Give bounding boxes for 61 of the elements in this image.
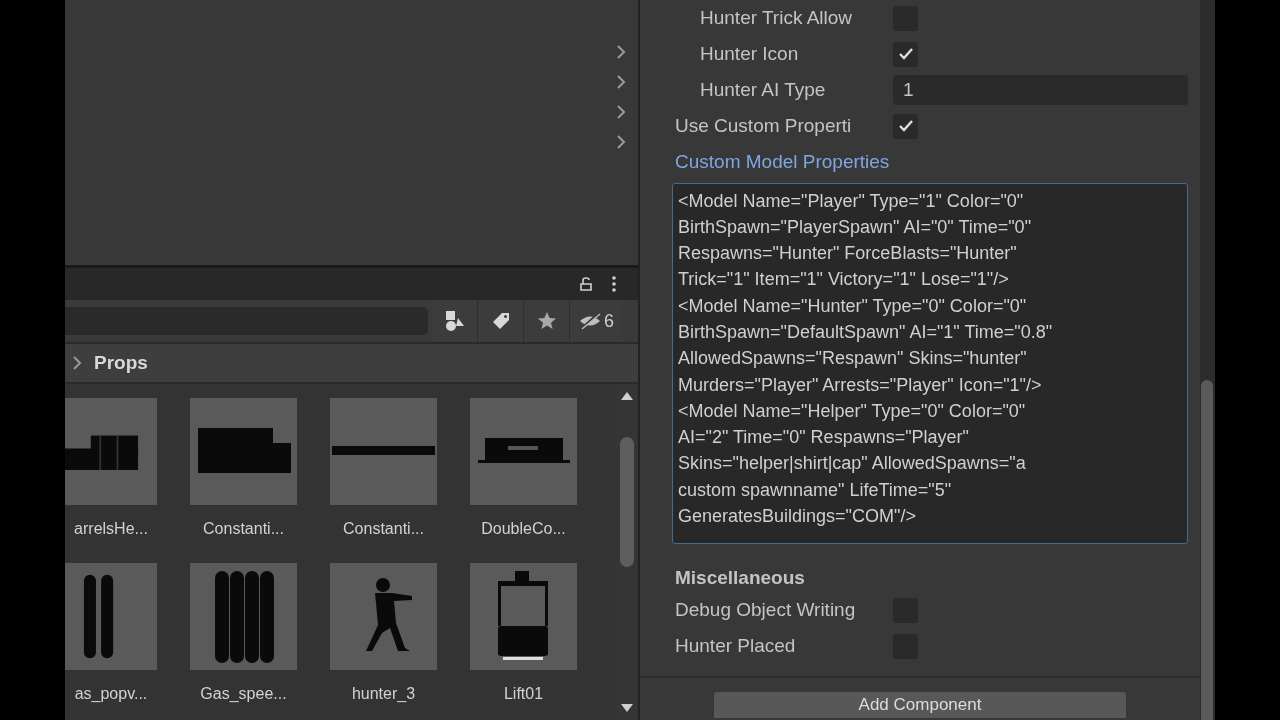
check-icon xyxy=(897,119,914,133)
scroll-down-icon[interactable] xyxy=(621,704,633,712)
kebab-menu-icon[interactable] xyxy=(612,276,616,292)
section-label: Custom Model Properties xyxy=(675,150,891,174)
scroll-up-icon[interactable] xyxy=(621,392,633,400)
field-label: Use Custom Properti xyxy=(675,113,853,138)
asset-name: Lift01 xyxy=(503,684,544,704)
expand-chevron-icon[interactable] xyxy=(616,75,626,89)
asset-name: DoubleCo... xyxy=(481,519,566,539)
text-line: BirthSpawn="DefaultSpawn" AI="1" Time="0.8" xyxy=(678,321,1054,344)
inspector-scrollbar[interactable] xyxy=(1200,0,1215,720)
add-component-button[interactable]: Add Component xyxy=(714,692,1126,718)
asset-thumbnail[interactable] xyxy=(330,398,437,505)
expand-chevron-icon[interactable] xyxy=(616,45,626,59)
field-label: Hunter Trick Allow xyxy=(700,5,854,30)
asset-name: Constanti... xyxy=(343,519,424,539)
text-line: AI="2" Time="0" Respawns="Player" xyxy=(678,426,970,450)
breadcrumb-item[interactable]: Props xyxy=(94,348,148,378)
asset-name: arrelsHe... xyxy=(74,519,148,539)
asset-thumbnail[interactable] xyxy=(330,563,437,670)
field-label: Hunter Placed xyxy=(675,633,797,658)
scrollbar-thumb[interactable] xyxy=(620,437,634,567)
check-icon xyxy=(897,47,914,61)
search-field[interactable] xyxy=(65,307,428,335)
lock-icon[interactable] xyxy=(578,276,594,292)
asset-thumbnail[interactable] xyxy=(190,563,297,670)
text-area[interactable] xyxy=(672,182,1188,544)
expand-chevron-icon[interactable] xyxy=(616,105,626,119)
asset-name: Gas_spee... xyxy=(200,684,287,704)
text-line: Skins="helper|shirt|cap" AllowedSpawns="a xyxy=(678,452,1027,476)
section-heading: Miscellaneous xyxy=(675,565,806,590)
text-line: Trick="1" Item="1" Victory="1" Lose="1"/> xyxy=(678,268,1010,292)
asset-thumbnail[interactable] xyxy=(470,563,577,670)
asset-thumbnail[interactable] xyxy=(470,398,577,505)
field-label: Debug Object Writing xyxy=(675,597,857,622)
breadcrumb-chevron-icon[interactable] xyxy=(72,356,82,370)
asset-name: Constanti... xyxy=(203,519,284,539)
asset-name: as_popv... xyxy=(74,684,148,704)
asset-thumbnail[interactable] xyxy=(65,563,157,670)
field-label: Hunter Icon xyxy=(700,41,800,66)
asset-thumbnail[interactable] xyxy=(190,398,297,505)
text-line: custom spawnname" LifeTime="5" xyxy=(678,478,953,502)
text-line: Murders="Player" Arrests="Player" Icon="1"/> xyxy=(678,373,1043,397)
text-line: <Model Name="Helper" Type="0" Color="0" xyxy=(678,399,1027,423)
scrollbar-thumb[interactable] xyxy=(1201,380,1213,720)
shapes-icon xyxy=(443,310,466,332)
checkbox[interactable] xyxy=(893,41,918,67)
text-line: BirthSpawn="PlayerSpawn" AI="0" Time="0" xyxy=(678,215,1033,239)
star-icon xyxy=(536,311,557,331)
asset-thumbnail[interactable] xyxy=(65,398,157,505)
expand-chevron-icon[interactable] xyxy=(616,135,626,149)
text-field[interactable]: 1 xyxy=(893,75,1188,105)
text-line: AllowedSpawns="Respawn" Skins="hunter" xyxy=(678,347,1028,371)
text-line: <Model Name="Player" Type="1" Color="0" xyxy=(678,189,1025,213)
field-label: Hunter AI Type xyxy=(700,77,827,102)
hidden-eye-icon xyxy=(578,312,602,330)
asset-name: hunter_3 xyxy=(351,684,416,704)
text-line: <Model Name="Hunter" Type="0" Color="0" xyxy=(678,294,1028,318)
text-line: GeneratesBuildings="COM"/> xyxy=(678,505,917,529)
checkbox[interactable] xyxy=(893,113,918,139)
text-line: Respawns="Hunter" ForceBlasts="Hunter" xyxy=(678,242,1018,266)
